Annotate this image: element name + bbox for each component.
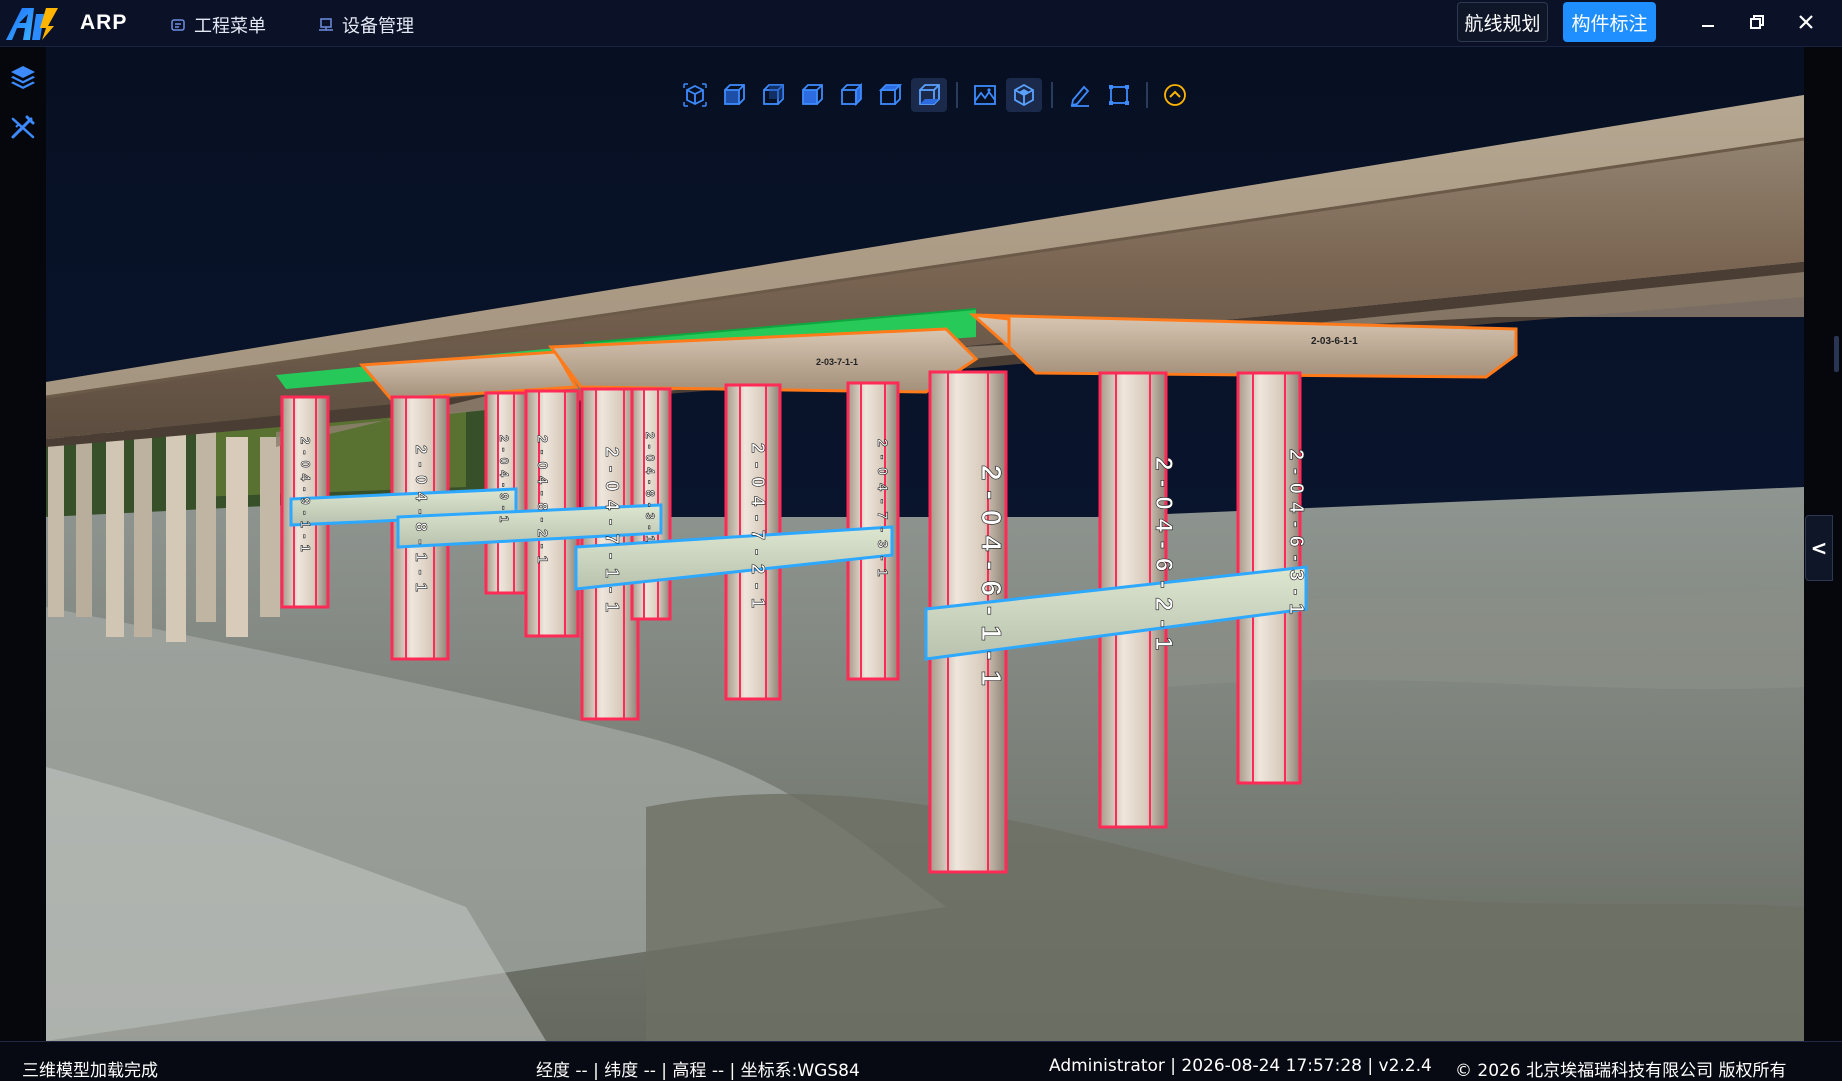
toolbar-divider [956,82,958,108]
terrain-button[interactable] [967,78,1003,112]
pier-label: 2-04-9-1-1 [298,437,313,558]
chevron-up-icon [1164,84,1186,106]
menu-device-icon [319,18,333,31]
view-top-button[interactable] [872,78,908,112]
pier-label: 2-04-7-2-1 [748,443,768,617]
view-left-icon [802,84,823,105]
view-iso-button[interactable] [677,78,713,112]
menu-project[interactable]: 工程菜单 [170,12,266,38]
scrollbar[interactable] [1834,336,1839,372]
menu-project-icon [171,19,185,31]
pier-label: 2-04-7-1-1 [602,447,622,621]
component-annotation-button[interactable]: 构件标注 [1563,2,1656,42]
pier-label: 2-04-8-3-1 [643,432,657,548]
pier-label: 2-04-6-2-1 [1150,457,1177,659]
bounding-box-button[interactable] [1101,78,1137,112]
pier-label: 2-04-9-1 [497,435,511,528]
model-button[interactable] [1006,78,1042,112]
measure-tools-icon[interactable] [9,113,37,141]
view-back-button[interactable] [755,78,791,112]
3d-viewport[interactable]: 2-03-6-1-1 2-03-7-1-1 2-04-9-1-1 2-04-8-… [46,47,1804,1041]
menu-project-label: 工程菜单 [194,16,266,37]
view-bottom-button[interactable] [911,78,947,112]
close-icon[interactable] [1795,11,1817,33]
menu-device[interactable]: 设备管理 [318,12,414,38]
cap-label: 2-03-6-1-1 [1311,336,1358,347]
view-toolbar [677,75,1193,115]
bridge-model-scene[interactable]: 2-03-6-1-1 2-03-7-1-1 2-04-9-1-1 2-04-8-… [46,47,1804,1041]
status-coordinates: 经度 -- | 纬度 -- | 高程 -- | 坐标系:WGS84 [536,1061,860,1081]
collapse-toolbar-button[interactable] [1157,78,1193,112]
status-copyright: © 2026 北京埃福瑞科技有限公司 版权所有 [1455,1061,1787,1081]
view-left-button[interactable] [794,78,830,112]
view-right-icon [841,82,862,107]
pier-label: 2-04-8-2-1 [535,435,551,570]
view-iso-icon [683,83,707,107]
menu-device-label: 设备管理 [342,16,414,37]
bounding-box-icon [1109,85,1129,105]
app-logo-icon [6,8,58,40]
pier-label: 2-04-8-1-1 [412,445,429,600]
view-back-icon [763,84,784,105]
left-rail [0,47,47,1041]
model-icon [1014,83,1034,107]
status-bar: 三维模型加载完成 经度 -- | 纬度 -- | 高程 -- | 坐标系:WGS… [0,1041,1842,1081]
pier-label: 2-04-6-1-1 [976,465,1007,696]
view-front-button[interactable] [716,78,752,112]
restore-icon[interactable] [1746,11,1768,33]
pier-label: 2-04-7-3-1 [875,439,891,584]
view-right-button[interactable] [833,78,869,112]
route-planning-button[interactable]: 航线规划 [1457,2,1548,42]
app-name: ARP [80,11,128,34]
terrain-icon [974,85,996,105]
edit-button[interactable] [1062,78,1098,112]
pier-label: 2-04-6-3-1 [1285,449,1307,622]
view-top-icon [878,84,903,105]
edit-icon [1070,85,1090,107]
view-front-icon [724,84,745,105]
toolbar-divider [1051,82,1053,108]
view-bottom-icon [919,84,940,105]
expand-panel-button[interactable]: < [1805,515,1833,581]
title-bar: ARP 工程菜单 设备管理 航线规划 构件标注 [0,0,1842,47]
status-message: 三维模型加载完成 [22,1061,158,1081]
minimize-icon[interactable] [1697,11,1719,33]
status-user-info: Administrator | 2026-08-24 17:57:28 | v2… [1049,1056,1432,1076]
toolbar-divider [1146,82,1148,108]
layers-icon[interactable] [9,63,37,91]
cap-label: 2-03-7-1-1 [816,357,858,367]
